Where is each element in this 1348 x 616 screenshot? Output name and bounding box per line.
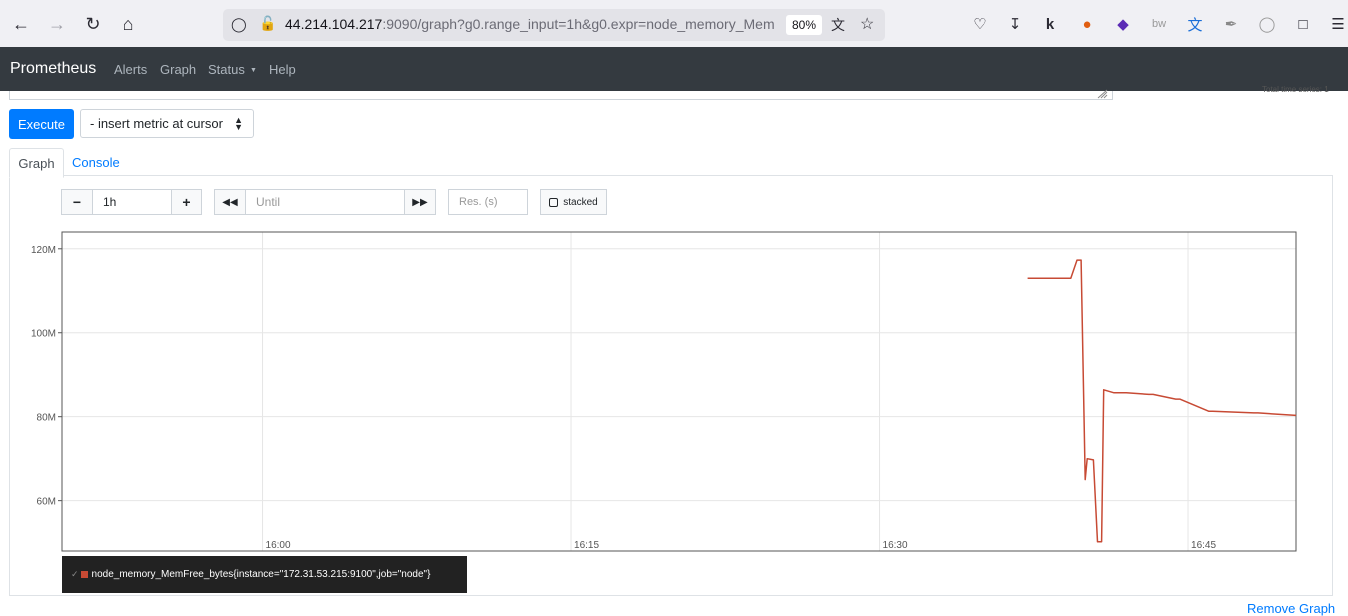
y-tick-label: 100M xyxy=(31,329,56,340)
remove-graph-link[interactable]: Remove Graph xyxy=(1247,601,1335,616)
legend-swatch xyxy=(80,571,88,578)
tab-graph[interactable]: Graph xyxy=(9,148,64,178)
x-tick-label: 16:15 xyxy=(574,540,599,551)
y-tick-label: 120M xyxy=(31,245,56,256)
y-tick-label: 60M xyxy=(37,497,56,508)
legend-series-label: node_memory_MemFree_bytes{instance="172.… xyxy=(91,569,431,580)
x-tick-label: 16:45 xyxy=(1191,540,1216,551)
x-tick-label: 16:00 xyxy=(266,540,291,551)
chart-legend[interactable]: ✓ node_memory_MemFree_bytes{instance="17… xyxy=(62,556,467,593)
time-series-chart[interactable]: 60M 80M 100M 120M 16:00 16:15 16:30 16:45 xyxy=(0,0,1348,616)
series-line[interactable] xyxy=(1027,259,1297,543)
y-tick-label: 80M xyxy=(37,413,56,424)
series-layer xyxy=(1027,259,1297,543)
legend-check-icon: ✓ xyxy=(71,569,79,579)
y-axis: 60M 80M 100M 120M xyxy=(31,245,62,508)
x-tick-label: 16:30 xyxy=(883,540,908,551)
x-axis: 16:00 16:15 16:30 16:45 xyxy=(266,540,1217,551)
